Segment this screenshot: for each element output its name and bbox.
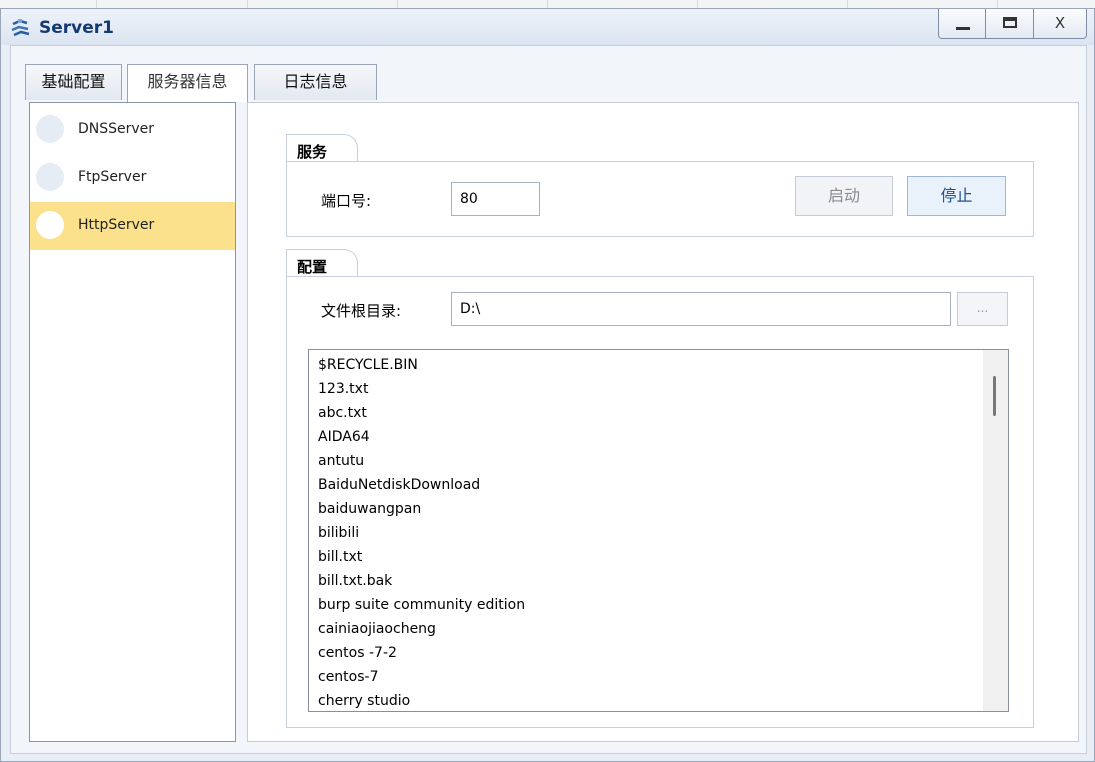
- file-list[interactable]: $RECYCLE.BIN 123.txt abc.txt AIDA64 antutu Ba…: [308, 349, 1009, 712]
- sidebar-item-dnsserver[interactable]: DNSServer: [30, 106, 235, 154]
- close-icon: X: [1054, 14, 1066, 32]
- server-status-icon: [36, 211, 64, 239]
- file-list-item[interactable]: cherry studio: [309, 689, 1008, 711]
- sidebar-item-httpserver[interactable]: HttpServer: [30, 202, 235, 250]
- file-list-item[interactable]: cainiaojiaocheng: [309, 617, 1008, 641]
- file-list-item[interactable]: abc.txt: [309, 401, 1008, 425]
- file-list-item[interactable]: BaiduNetdiskDownload: [309, 473, 1008, 497]
- minimize-button[interactable]: [938, 9, 986, 39]
- title-bar[interactable]: Server1 X: [1, 9, 1094, 45]
- maximize-button[interactable]: [986, 9, 1034, 39]
- stop-button[interactable]: 停止: [907, 176, 1006, 216]
- tab-server-info[interactable]: 服务器信息: [127, 64, 248, 102]
- file-list-item[interactable]: antutu: [309, 449, 1008, 473]
- scrollbar-thumb[interactable]: [993, 376, 996, 416]
- port-label: 端口号:: [321, 192, 372, 210]
- file-list-item[interactable]: bilibili: [309, 521, 1008, 545]
- file-list-item[interactable]: centos -7-2: [309, 641, 1008, 665]
- file-list-item[interactable]: baiduwangpan: [309, 497, 1008, 521]
- start-button[interactable]: 启动: [795, 176, 893, 216]
- server-status-icon: [36, 115, 64, 143]
- browse-button[interactable]: ...: [957, 292, 1008, 326]
- service-group-label: 服务: [286, 134, 358, 162]
- window-client-area: 基础配置 服务器信息 日志信息 DNSServer FtpServer Http…: [10, 45, 1087, 754]
- server-window: Server1 X 基础配置 服务器信息 日志信息 DNSServer FtpS…: [0, 8, 1095, 762]
- config-group: 文件根目录: D:\ ... $RECYCLE.BIN 123.txt abc.tx…: [286, 276, 1034, 728]
- window-title: Server1: [39, 18, 114, 38]
- sidebar-item-label: FtpServer: [78, 169, 147, 185]
- file-list-item[interactable]: bill.txt.bak: [309, 569, 1008, 593]
- root-directory-label: 文件根目录:: [321, 302, 402, 320]
- file-list-item[interactable]: burp suite community edition: [309, 593, 1008, 617]
- file-list-item[interactable]: $RECYCLE.BIN: [309, 353, 1008, 377]
- file-list-item[interactable]: AIDA64: [309, 425, 1008, 449]
- sidebar-item-ftpserver[interactable]: FtpServer: [30, 154, 235, 202]
- tab-log-info[interactable]: 日志信息: [254, 64, 377, 100]
- server-status-icon: [36, 163, 64, 191]
- file-list-item[interactable]: centos-7: [309, 665, 1008, 689]
- server-list: DNSServer FtpServer HttpServer: [29, 102, 236, 742]
- file-list-item[interactable]: bill.txt: [309, 545, 1008, 569]
- close-button[interactable]: X: [1034, 9, 1087, 39]
- root-directory-input[interactable]: D:\: [451, 292, 951, 326]
- service-group: 端口号: 80 启动 停止: [286, 161, 1034, 237]
- maximize-icon: [1003, 17, 1017, 28]
- sidebar-item-label: DNSServer: [78, 121, 155, 137]
- tab-basic-config[interactable]: 基础配置: [25, 64, 122, 100]
- minimize-icon: [956, 27, 970, 30]
- server-detail-panel: 服务 端口号: 80 启动 停止 配置 文件根目录: D:\ ... $RECY…: [247, 102, 1079, 742]
- config-group-label: 配置: [286, 249, 358, 277]
- file-list-item[interactable]: 123.txt: [309, 377, 1008, 401]
- file-list-scrollbar[interactable]: [983, 350, 1008, 711]
- sidebar-item-label: HttpServer: [78, 217, 155, 233]
- server-app-icon: [11, 19, 30, 37]
- port-input[interactable]: 80: [451, 182, 540, 216]
